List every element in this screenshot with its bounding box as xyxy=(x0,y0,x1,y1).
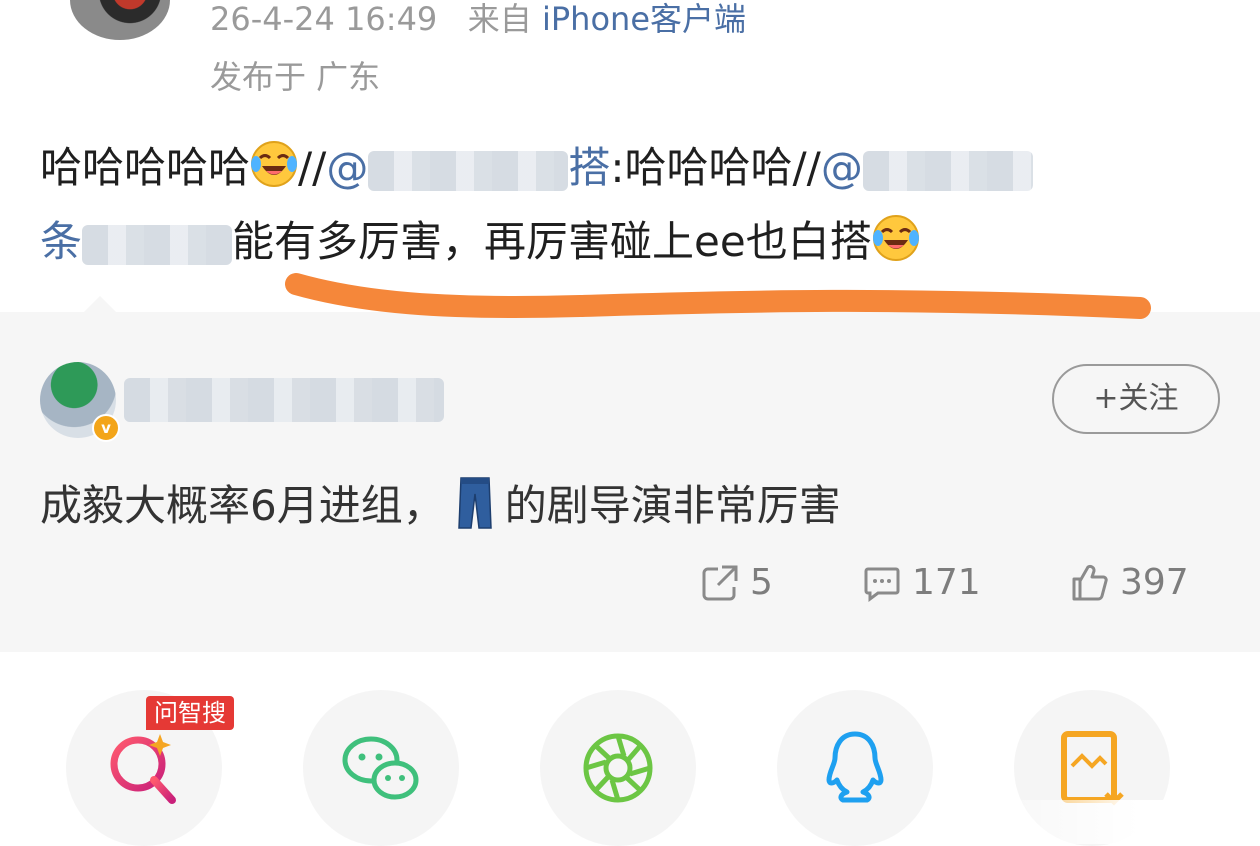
comment-stat[interactable]: 171 xyxy=(862,562,981,603)
mention-link-2-cont[interactable]: 条 xyxy=(40,217,233,266)
post-quote-text: :哈哈哈哈 xyxy=(610,143,793,192)
mention-head: 条 xyxy=(40,217,83,266)
post-location: 发布于 广东 xyxy=(210,58,381,96)
post-meta: 26-4-24 16:49 来自 iPhone客户端 xyxy=(210,0,746,40)
laughing-tears-emoji xyxy=(251,141,298,187)
zhisou-search-icon xyxy=(110,734,176,804)
verified-badge-icon: v xyxy=(92,414,120,442)
watermark-fade xyxy=(960,800,1260,844)
source-client-link[interactable]: iPhone客户端 xyxy=(542,0,746,38)
original-text-part-2: 的剧导演非常厉害 xyxy=(504,481,841,530)
post-text-2: 能有多厉害，再厉害碰上ee也白搭 xyxy=(232,217,872,266)
author-avatar[interactable] xyxy=(70,0,170,40)
post-timestamp: 26-4-24 16:49 xyxy=(210,0,438,38)
original-text-part-1: 成毅大概率6月进组， xyxy=(40,481,445,530)
save-image-icon xyxy=(1061,731,1124,806)
like-stat[interactable]: 397 xyxy=(1070,562,1189,603)
comment-count: 171 xyxy=(912,562,981,603)
like-count: 397 xyxy=(1120,562,1189,603)
original-author-name[interactable] xyxy=(124,378,444,422)
share-moments-button[interactable] xyxy=(540,690,696,846)
blurred-username-2 xyxy=(862,150,1033,191)
repost-icon xyxy=(702,565,738,600)
thumbs-up-icon xyxy=(1072,564,1108,600)
post-text: 哈哈哈哈哈 xyxy=(40,143,251,192)
zhisou-badge: 问智搜 xyxy=(146,696,234,730)
blurred-username xyxy=(368,150,569,191)
mention-tail: 搭 xyxy=(568,143,611,192)
repost-count: 5 xyxy=(750,562,773,603)
follow-button[interactable]: +关注 xyxy=(1052,364,1220,434)
card-pointer xyxy=(82,296,118,314)
blurred-username-3 xyxy=(82,224,233,265)
repost-separator-2: // xyxy=(792,143,821,192)
mention-link-2[interactable]: @ xyxy=(821,143,1033,192)
source-prefix: 来自 xyxy=(467,0,532,38)
laughing-tears-emoji-2 xyxy=(872,215,919,261)
original-post-text: 成毅大概率6月进组， 的剧导演非常厉害 xyxy=(40,472,841,533)
wechat-icon xyxy=(342,736,419,800)
repost-stat[interactable]: 5 xyxy=(700,562,773,603)
mention-link-1[interactable]: @ 搭 xyxy=(326,143,610,192)
share-qq-button[interactable] xyxy=(777,690,933,846)
repost-separator: // xyxy=(298,143,327,192)
qq-icon xyxy=(826,731,884,803)
jeans-emoji xyxy=(457,477,492,529)
share-wechat-button[interactable] xyxy=(303,690,459,846)
comment-icon xyxy=(864,567,900,602)
orange-underline-annotation xyxy=(285,273,1151,319)
post-text-line-1: 哈哈哈哈哈 //@ 搭:哈哈哈哈//@ xyxy=(40,138,1033,198)
moments-icon xyxy=(583,733,653,803)
